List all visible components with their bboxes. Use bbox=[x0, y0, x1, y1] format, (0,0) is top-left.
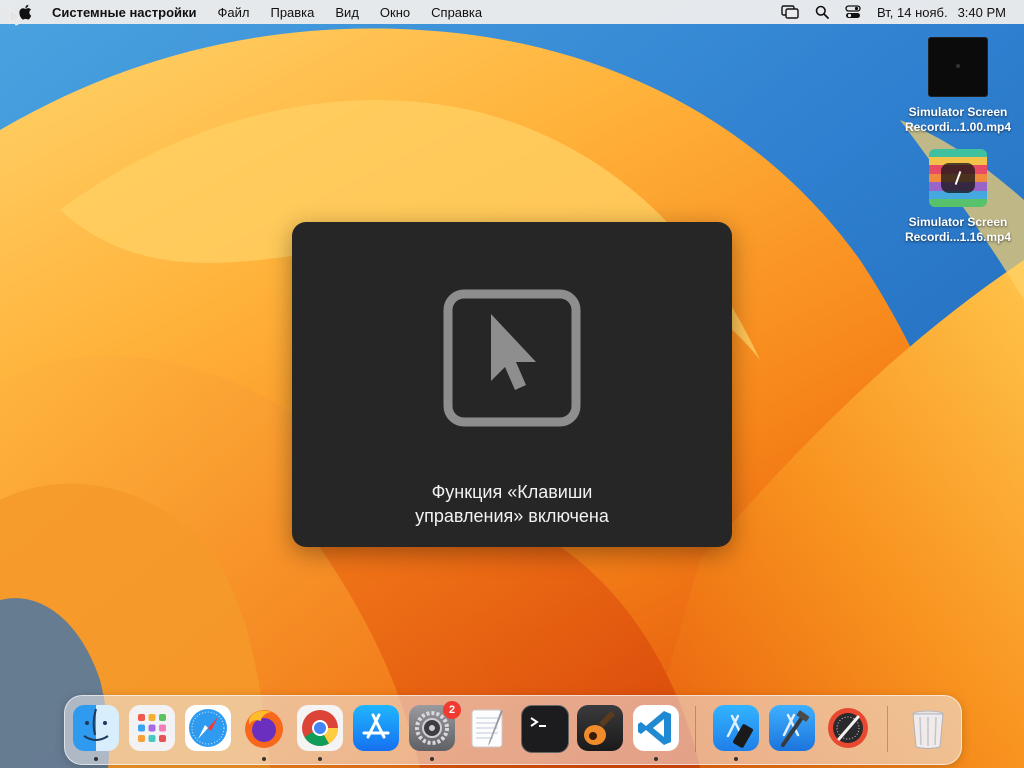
xcode-icon bbox=[769, 705, 815, 751]
dock-firefox[interactable] bbox=[241, 705, 287, 761]
safari-icon bbox=[185, 705, 231, 751]
dock-launchpad[interactable] bbox=[129, 705, 175, 751]
instruments-icon bbox=[825, 705, 871, 751]
dock-vscode[interactable] bbox=[633, 705, 679, 761]
terminal-icon bbox=[521, 705, 569, 753]
video-thumbnail-icon bbox=[929, 149, 987, 207]
menu-bar: Системные настройки Файл Правка Вид Окно… bbox=[0, 0, 1024, 24]
dock-safari[interactable] bbox=[185, 705, 231, 751]
dock-separator bbox=[695, 706, 696, 752]
mouse-keys-pointer-icon bbox=[442, 288, 582, 428]
menu-window[interactable]: Окно bbox=[380, 5, 410, 20]
desktop-file-recording-1[interactable]: Simulator Screen Recordi...1.00.mp4 bbox=[898, 37, 1018, 135]
mouse-keys-hud: Функция «Клавиши управления» включена bbox=[292, 222, 732, 547]
running-indicator bbox=[734, 757, 738, 761]
garageband-icon bbox=[577, 705, 623, 751]
running-indicator bbox=[318, 757, 322, 761]
running-indicator bbox=[654, 757, 658, 761]
dock-garageband[interactable] bbox=[577, 705, 623, 751]
dock-system-settings[interactable]: 2 bbox=[409, 701, 461, 761]
apple-menu-icon[interactable] bbox=[18, 4, 34, 20]
control-center-icon[interactable] bbox=[845, 5, 861, 19]
dock-separator bbox=[887, 706, 888, 752]
dock-chrome[interactable] bbox=[297, 705, 343, 761]
app-store-icon bbox=[353, 705, 399, 751]
dock-textedit[interactable] bbox=[465, 705, 511, 751]
menu-view[interactable]: Вид bbox=[335, 5, 359, 20]
dock-instruments[interactable] bbox=[825, 705, 871, 751]
dock-trash[interactable] bbox=[905, 705, 951, 751]
dock-finder[interactable] bbox=[73, 705, 119, 761]
trash-icon bbox=[905, 705, 951, 751]
menu-file[interactable]: Файл bbox=[218, 5, 250, 20]
menu-clock[interactable]: Вт, 14 нояб. 3:40 PM bbox=[877, 5, 1006, 20]
menu-help[interactable]: Справка bbox=[431, 5, 482, 20]
launchpad-icon bbox=[129, 705, 175, 751]
firefox-icon bbox=[241, 705, 287, 751]
clock-date: Вт, 14 нояб. bbox=[877, 4, 948, 20]
desktop-file-recording-2[interactable]: Simulator Screen Recordi...1.16.mp4 bbox=[898, 149, 1018, 245]
hud-message-line-1: Функция «Клавиши bbox=[431, 482, 593, 502]
vscode-icon bbox=[633, 705, 679, 751]
dock-simulator[interactable] bbox=[713, 705, 759, 761]
desktop-file-label: Simulator Screen Recordi...1.16.mp4 bbox=[904, 215, 1012, 244]
running-indicator bbox=[262, 757, 266, 761]
notification-badge: 2 bbox=[443, 701, 461, 719]
running-indicator bbox=[430, 757, 434, 761]
finder-icon bbox=[73, 705, 119, 751]
textedit-icon bbox=[465, 705, 511, 751]
menu-edit[interactable]: Правка bbox=[270, 5, 314, 20]
simulator-icon bbox=[713, 705, 759, 751]
dock-xcode[interactable] bbox=[769, 705, 815, 751]
running-indicator bbox=[94, 757, 98, 761]
chrome-icon bbox=[297, 705, 343, 751]
video-thumbnail-icon bbox=[928, 37, 988, 97]
dock: 2 bbox=[64, 695, 962, 765]
screen-mirroring-icon[interactable] bbox=[781, 5, 799, 19]
hud-message-line-2: управления» включена bbox=[415, 506, 609, 526]
clock-time: 3:40 PM bbox=[957, 4, 1006, 20]
desktop-file-label: Simulator Screen Recordi...1.00.mp4 bbox=[904, 105, 1012, 134]
hud-message: Функция «Клавиши управления» включена bbox=[292, 480, 732, 528]
dock-app-store[interactable] bbox=[353, 705, 399, 751]
spotlight-search-icon[interactable] bbox=[815, 5, 829, 19]
menu-app-name[interactable]: Системные настройки bbox=[52, 5, 197, 20]
dock-terminal[interactable] bbox=[521, 705, 569, 753]
